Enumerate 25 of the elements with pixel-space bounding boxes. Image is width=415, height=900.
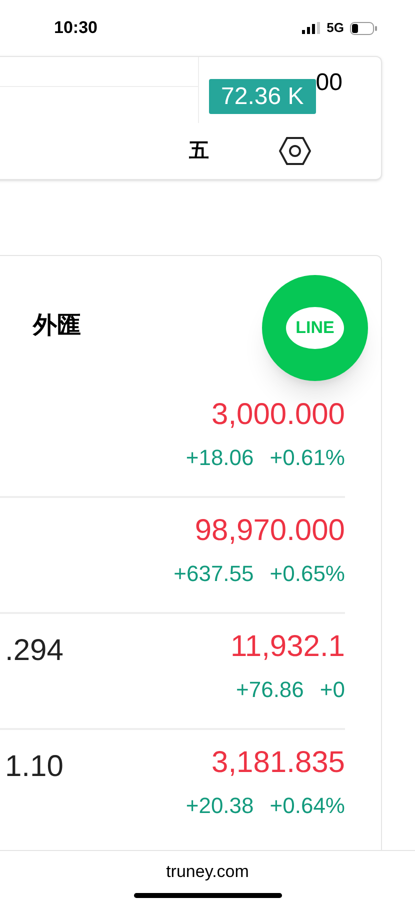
url-text[interactable]: truney.com — [166, 859, 249, 884]
percent-text: +0.64% — [270, 792, 345, 820]
change-text: +18.06 — [186, 444, 254, 472]
value-text: 00 — [316, 68, 342, 98]
percent-text: +0.65% — [270, 560, 345, 588]
home-indicator[interactable] — [134, 892, 282, 898]
change-text: +76.86 — [236, 676, 304, 704]
price-text: 3,181.835 — [212, 745, 345, 781]
value-text: 1.10 — [5, 750, 64, 783]
percent-text: +0.61% — [270, 444, 345, 472]
percent-text: +0 — [320, 676, 345, 704]
signal-icon — [302, 22, 321, 34]
network-label: 5G — [326, 19, 344, 38]
change-text: +20.38 — [186, 792, 254, 820]
section-heading: 外匯 — [33, 312, 81, 339]
value-badge: 72.36 K — [209, 79, 316, 114]
value-text: .294 — [5, 634, 64, 667]
tab-label[interactable]: 五 — [189, 136, 209, 166]
battery-icon — [350, 22, 377, 34]
settings-icon[interactable] — [279, 137, 311, 166]
price-text: 11,932.1 — [230, 629, 345, 665]
change-text: +637.55 — [174, 560, 254, 588]
price-text: 98,970.000 — [194, 513, 345, 549]
price-text: 3,000.000 — [212, 397, 345, 433]
status-time: 10:30 — [54, 17, 98, 40]
